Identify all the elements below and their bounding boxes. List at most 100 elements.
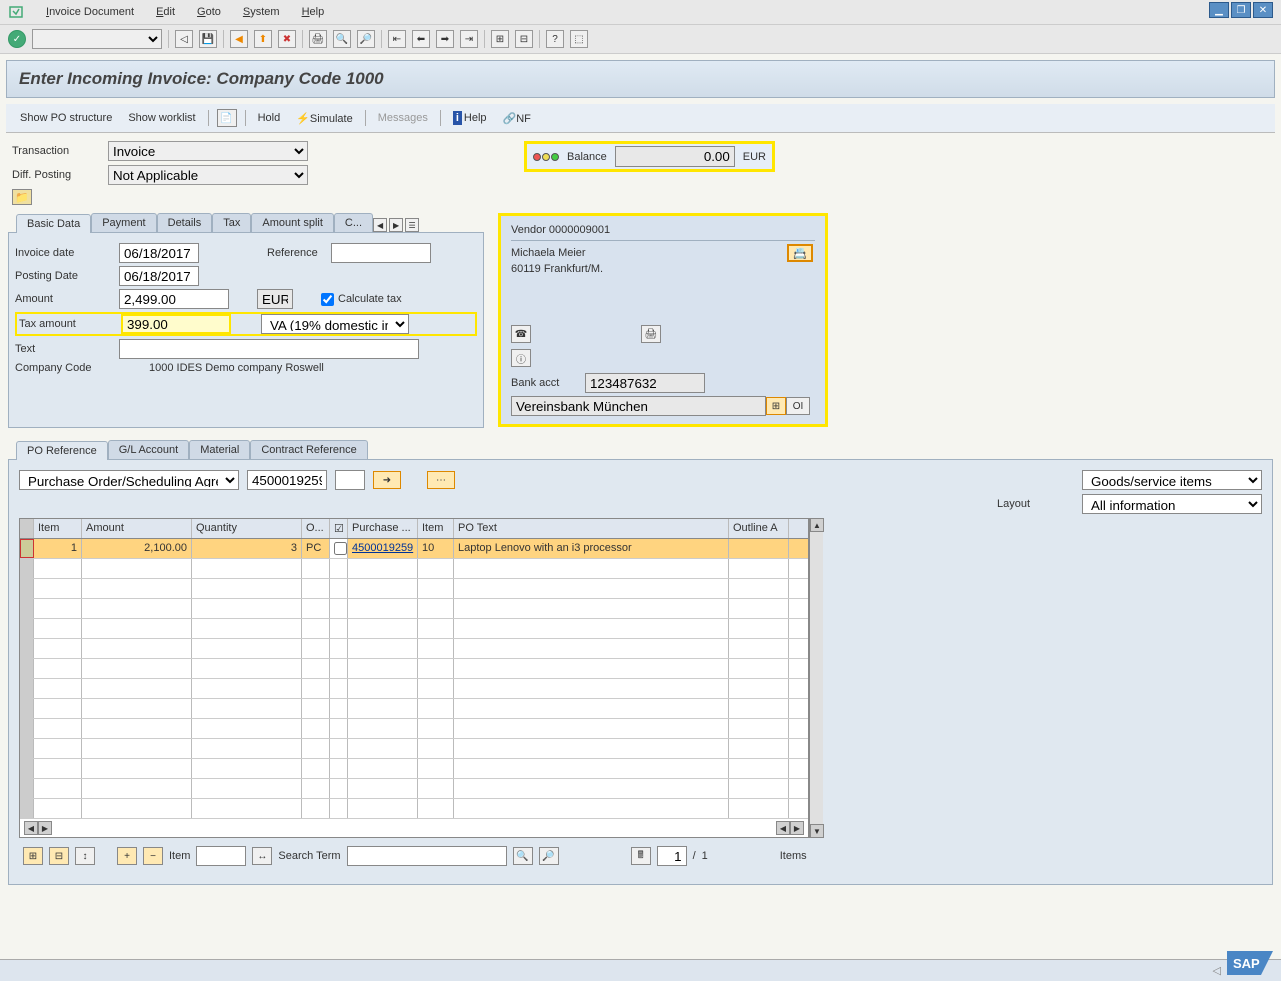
po-execute-icon[interactable]: ➜ [373,471,401,489]
menu-invoice-document[interactable]: Invoice Document [42,4,138,20]
page-current-input[interactable] [657,846,687,866]
col-amount[interactable]: Amount [82,519,192,538]
print-icon[interactable]: 🖨 [309,30,327,48]
vendor-print-icon[interactable]: 🖨 [641,325,661,343]
insert-row-icon[interactable]: + [117,847,137,865]
position-icon[interactable]: ↔ [252,847,272,865]
next-page-icon[interactable]: ➡ [436,30,454,48]
search-term-input[interactable] [347,846,507,866]
find-icon[interactable]: 🔍 [333,30,351,48]
menu-edit[interactable]: Edit [152,4,179,20]
tax-code-select[interactable]: VA (19% domestic inpu… [261,314,409,334]
vendor-display-icon[interactable]: 📇 [787,244,813,262]
invoice-date-input[interactable] [119,243,199,263]
tab-contacts[interactable]: C... [334,213,373,232]
menu-system[interactable]: System [239,4,284,20]
find-next-icon[interactable]: 🔎 [357,30,375,48]
transaction-select[interactable]: Invoice [108,141,308,161]
sort-icon[interactable]: ↕ [75,847,95,865]
cell-check[interactable] [330,539,348,558]
deselect-all-icon[interactable]: ⊟ [49,847,69,865]
col-po-item[interactable]: Item [418,519,454,538]
generate-shortcut-icon[interactable]: ⊟ [515,30,533,48]
po-more-icon[interactable]: ⋯ [427,471,455,489]
tab-scroll-right-icon[interactable]: ▶ [389,218,403,232]
simulate-button[interactable]: ⚡Simulate [292,110,357,127]
last-page-icon[interactable]: ⇥ [460,30,478,48]
layout-icon[interactable]: ⬚ [570,30,588,48]
close-button[interactable]: ✕ [1253,2,1273,18]
minimize-button[interactable]: ▁ [1209,2,1229,18]
col-purchase[interactable]: Purchase ... [348,519,418,538]
cell-uom[interactable]: PC [302,539,330,558]
col-po-text[interactable]: PO Text [454,519,729,538]
show-worklist-button[interactable]: Show worklist [124,110,199,126]
po-number-input[interactable] [247,470,327,490]
search-icon[interactable]: 🔍 [513,847,533,865]
col-item[interactable]: Item [34,519,82,538]
tab-gl-account[interactable]: G/L Account [108,440,190,459]
cell-item[interactable]: 1 [34,539,82,558]
delete-row-icon[interactable]: − [143,847,163,865]
grid-scroll-right-icon[interactable]: ▶ [38,821,52,835]
hold-button[interactable]: Hold [254,110,285,126]
po-type-select[interactable]: Purchase Order/Scheduling Agreement [19,470,239,490]
cell-amount[interactable]: 2,100.00 [82,539,192,558]
cell-po-text[interactable]: Laptop Lenovo with an i3 processor [454,539,729,558]
menu-goto[interactable]: Goto [193,4,225,20]
tab-contract-reference[interactable]: Contract Reference [250,440,367,459]
tab-details[interactable]: Details [157,213,213,232]
vendor-phone-icon[interactable]: ☎ [511,325,531,343]
help-button[interactable]: iHelp [449,110,491,126]
nf-button[interactable]: 🔗NF [499,110,535,127]
grid-scroll-left2-icon[interactable]: ◀ [776,821,790,835]
bank-detail-icon[interactable]: ⊞ [766,397,786,415]
reference-input[interactable] [331,243,431,263]
calculate-tax-checkbox[interactable] [321,293,334,306]
search-next-icon[interactable]: 🔎 [539,847,559,865]
grid-vscroll[interactable]: ▲ ▼ [809,518,823,838]
save-icon[interactable]: 💾 [199,30,217,48]
tab-basic-data[interactable]: Basic Data [16,214,91,233]
back-icon[interactable]: ◁ [175,30,193,48]
col-quantity[interactable]: Quantity [192,519,302,538]
col-check[interactable]: ☑ [330,519,348,538]
goods-service-select[interactable]: Goods/service items [1082,470,1262,490]
item-input[interactable] [196,846,246,866]
sap-menu-icon[interactable] [8,4,24,20]
tab-list-icon[interactable]: ☰ [405,218,419,232]
maximize-button[interactable]: ❐ [1231,2,1251,18]
open-items-button[interactable]: OI [786,397,810,415]
grid-scroll-right2-icon[interactable]: ▶ [790,821,804,835]
diff-posting-select[interactable]: Not Applicable [108,165,308,185]
po-item-input[interactable] [335,470,365,490]
tab-tax[interactable]: Tax [212,213,251,232]
grid-scroll-left-icon[interactable]: ◀ [24,821,38,835]
create-session-icon[interactable]: ⊞ [491,30,509,48]
menu-help[interactable]: Help [298,4,329,20]
col-outline[interactable]: Outline A [729,519,789,538]
tab-material[interactable]: Material [189,440,250,459]
cell-outline[interactable] [729,539,789,558]
exit-icon[interactable]: ⬆ [254,30,272,48]
other-document-icon[interactable]: 📄 [217,109,237,127]
amount-input[interactable] [119,289,229,309]
first-page-icon[interactable]: ⇤ [388,30,406,48]
text-input[interactable] [119,339,419,359]
tab-scroll-left-icon[interactable]: ◀ [373,218,387,232]
tab-payment[interactable]: Payment [91,213,156,232]
enter-icon[interactable]: ✓ [8,30,26,48]
cell-po-item[interactable]: 10 [418,539,454,558]
folder-icon[interactable]: 📁 [12,189,32,205]
select-all-icon[interactable]: ⊞ [23,847,43,865]
prev-page-icon[interactable]: ⬅ [412,30,430,48]
cancel-icon[interactable]: ✖ [278,30,296,48]
posting-date-input[interactable] [119,266,199,286]
vendor-info-icon[interactable]: ⓘ [511,349,531,367]
show-po-structure-button[interactable]: Show PO structure [16,110,116,126]
col-uom[interactable]: O... [302,519,330,538]
back-yellow-icon[interactable]: ◀ [230,30,248,48]
tab-amount-split[interactable]: Amount split [251,213,334,232]
cell-purchase[interactable]: 4500019259 [348,539,418,558]
tab-po-reference[interactable]: PO Reference [16,441,108,460]
